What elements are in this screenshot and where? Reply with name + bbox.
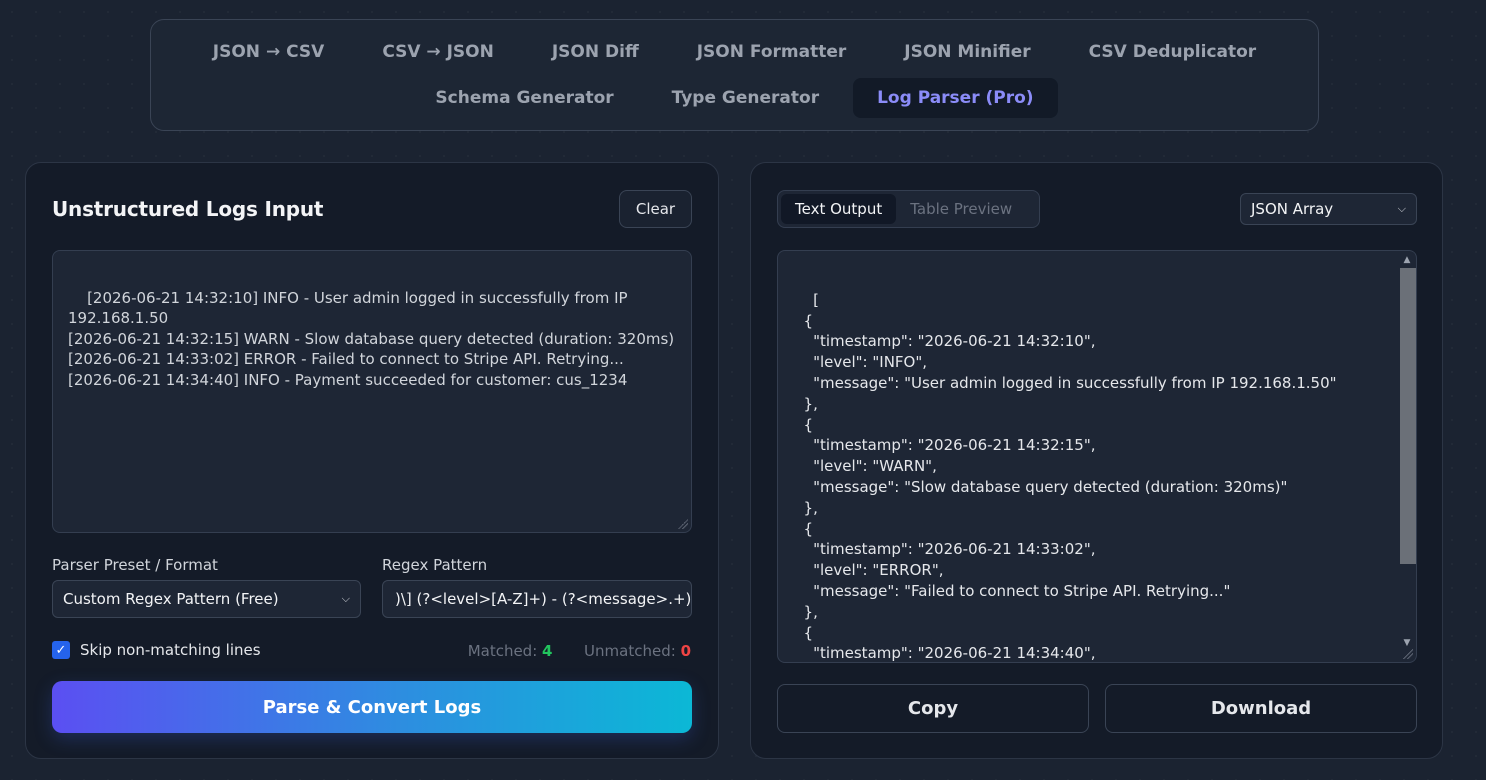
match-stats: Matched: 4 Unmatched: 0 — [468, 642, 691, 660]
tab-log-parser[interactable]: Log Parser (Pro) — [853, 78, 1058, 118]
tab-table-preview[interactable]: Table Preview — [896, 194, 1026, 224]
chevron-down-icon: ⌵ — [1397, 202, 1406, 215]
tab-text-output[interactable]: Text Output — [781, 194, 897, 224]
parse-convert-button[interactable]: Parse & Convert Logs — [52, 681, 692, 733]
tab-schema-generator[interactable]: Schema Generator — [411, 78, 637, 118]
unmatched-count: 0 — [680, 642, 691, 660]
scrollbar-thumb[interactable] — [1400, 268, 1416, 564]
tab-type-generator[interactable]: Type Generator — [648, 78, 843, 118]
tab-csv-deduplicator[interactable]: CSV Deduplicator — [1065, 32, 1281, 72]
logs-input-textarea[interactable]: [2026-06-21 14:32:10] INFO - User admin … — [52, 250, 692, 533]
panel-title: Unstructured Logs Input — [52, 197, 324, 221]
tool-tabs-row-1: JSON → CSV CSV → JSON JSON Diff JSON For… — [151, 32, 1318, 72]
output-scrollbar[interactable]: ▲ ▼ — [1399, 252, 1416, 661]
resize-grip-icon[interactable] — [1403, 649, 1413, 659]
download-button[interactable]: Download — [1105, 684, 1417, 733]
skip-nonmatching-label: Skip non-matching lines — [80, 641, 261, 659]
parser-preset-select[interactable]: Custom Regex Pattern (Free) ⌵ — [52, 580, 361, 618]
tab-json-to-csv[interactable]: JSON → CSV — [189, 32, 349, 72]
output-view-toggle: Text Output Table Preview — [777, 190, 1040, 228]
skip-nonmatching-checkbox[interactable]: ✓ — [52, 641, 70, 659]
tool-tabs: JSON → CSV CSV → JSON JSON Diff JSON For… — [150, 19, 1319, 131]
parser-preset-value: Custom Regex Pattern (Free) — [63, 590, 279, 608]
logs-input-panel: Unstructured Logs Input Clear [2026-06-2… — [25, 162, 719, 759]
tab-csv-to-json[interactable]: CSV → JSON — [358, 32, 518, 72]
chevron-down-icon: ⌵ — [341, 592, 350, 605]
tab-json-formatter[interactable]: JSON Formatter — [673, 32, 871, 72]
tool-tabs-row-2: Schema Generator Type Generator Log Pars… — [151, 78, 1318, 118]
output-text: [ { "timestamp": "2026-06-21 14:32:10", … — [803, 290, 1337, 663]
copy-button[interactable]: Copy — [777, 684, 1089, 733]
unmatched-label: Unmatched: — [584, 642, 676, 660]
tab-json-diff[interactable]: JSON Diff — [528, 32, 663, 72]
output-format-select[interactable]: JSON Array ⌵ — [1240, 193, 1417, 225]
output-textarea[interactable]: [ { "timestamp": "2026-06-21 14:32:10", … — [777, 250, 1417, 663]
output-format-value: JSON Array — [1251, 200, 1334, 218]
resize-grip-icon[interactable] — [678, 519, 688, 529]
regex-pattern-input[interactable]: )\] (?<level>[A-Z]+) - (?<message>.+)$ — [382, 580, 692, 618]
regex-label: Regex Pattern — [382, 556, 488, 574]
matched-count: 4 — [542, 642, 553, 660]
clear-button[interactable]: Clear — [619, 190, 692, 228]
scroll-up-icon[interactable]: ▲ — [1399, 252, 1415, 268]
matched-label: Matched: — [467, 642, 538, 660]
logs-input-text: [2026-06-21 14:32:10] INFO - User admin … — [68, 288, 675, 389]
preset-label: Parser Preset / Format — [52, 556, 218, 574]
tab-json-minifier[interactable]: JSON Minifier — [880, 32, 1054, 72]
output-panel: Text Output Table Preview JSON Array ⌵ [… — [750, 162, 1443, 759]
